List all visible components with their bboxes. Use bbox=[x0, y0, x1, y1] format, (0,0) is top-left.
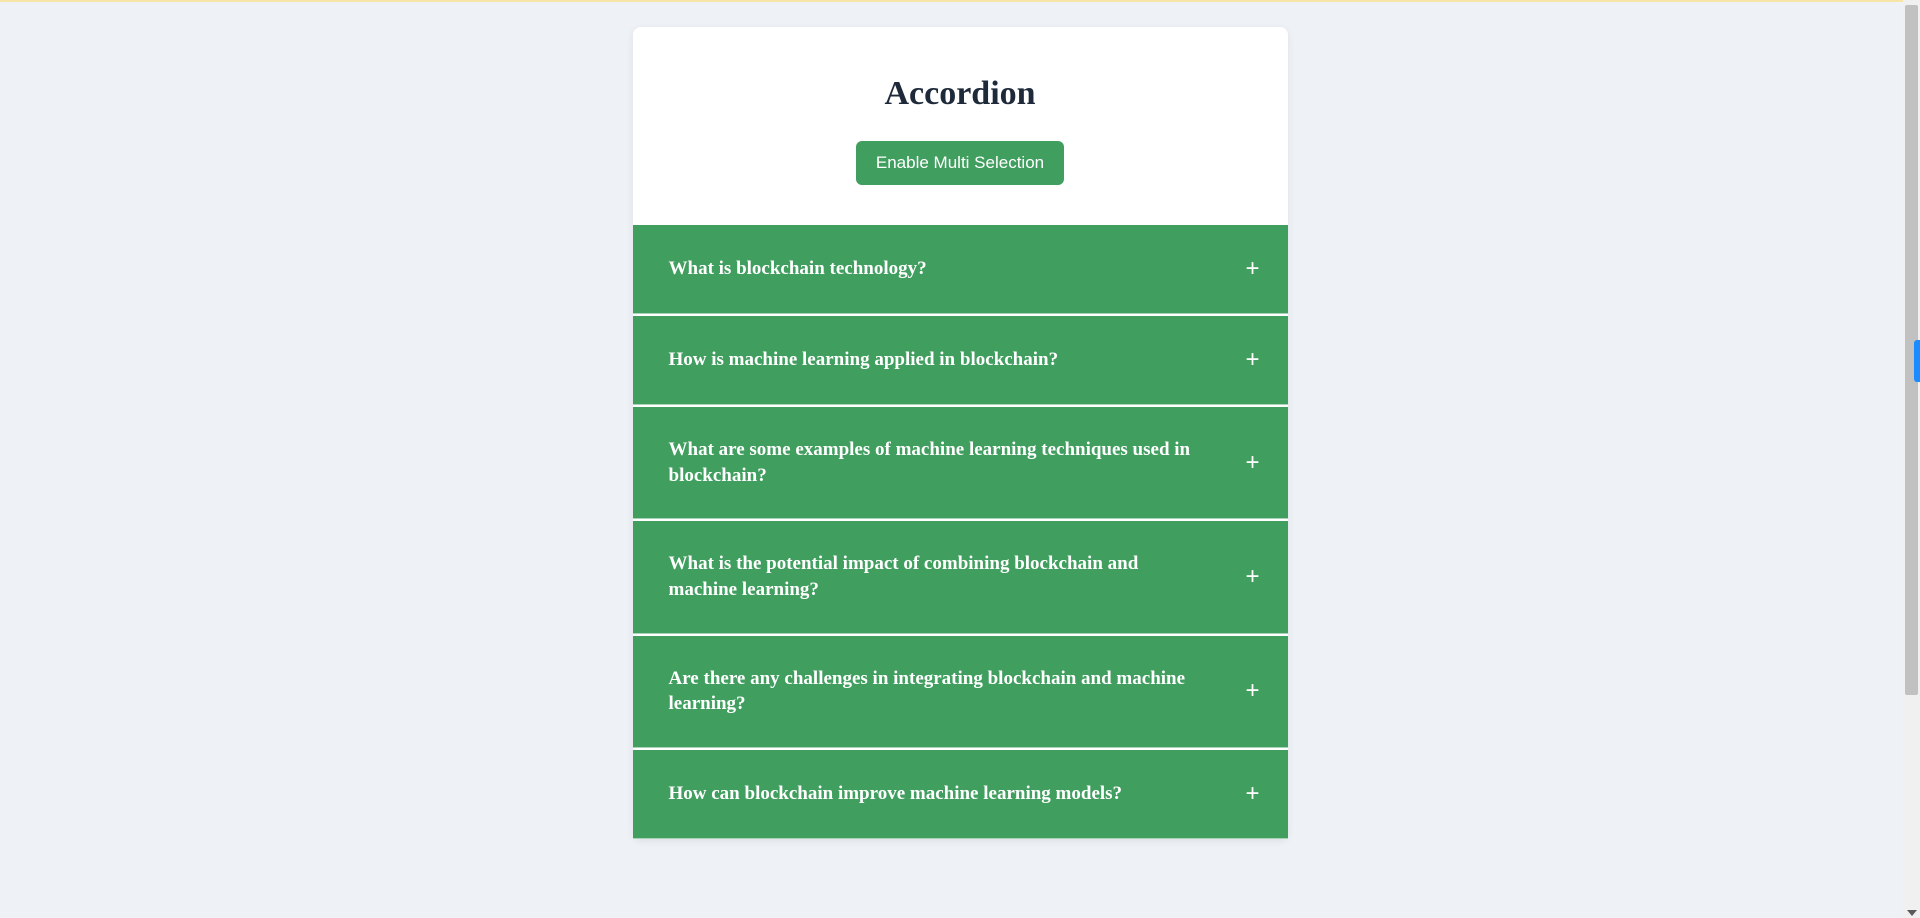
accordion-question: How can blockchain improve machine learn… bbox=[669, 781, 1123, 807]
accordion-item[interactable]: How can blockchain improve machine learn… bbox=[633, 750, 1288, 839]
accordion-card: Accordion Enable Multi Selection What is… bbox=[633, 27, 1288, 839]
page-title: Accordion bbox=[633, 75, 1288, 113]
accordion-list: What is blockchain technology? + How is … bbox=[633, 225, 1288, 839]
plus-icon: + bbox=[1245, 346, 1259, 374]
plus-icon: + bbox=[1245, 677, 1259, 705]
accordion-question: How is machine learning applied in block… bbox=[669, 347, 1059, 373]
side-indicator bbox=[1914, 340, 1920, 382]
enable-multi-selection-button[interactable]: Enable Multi Selection bbox=[856, 141, 1064, 185]
accordion-question: What is blockchain technology? bbox=[669, 256, 927, 282]
accordion-item[interactable]: Are there any challenges in integrating … bbox=[633, 636, 1288, 748]
accordion-question: What are some examples of machine learni… bbox=[669, 437, 1199, 488]
plus-icon: + bbox=[1245, 780, 1259, 808]
scrollbar-down-arrow-icon[interactable] bbox=[1907, 910, 1917, 916]
accordion-item[interactable]: What are some examples of machine learni… bbox=[633, 407, 1288, 519]
scrollbar-track[interactable] bbox=[1903, 0, 1920, 918]
plus-icon: + bbox=[1245, 449, 1259, 477]
accordion-item[interactable]: What is the potential impact of combinin… bbox=[633, 521, 1288, 633]
accordion-question: Are there any challenges in integrating … bbox=[669, 666, 1199, 717]
accordion-item[interactable]: What is blockchain technology? + bbox=[633, 225, 1288, 314]
plus-icon: + bbox=[1245, 563, 1259, 591]
accordion-item[interactable]: How is machine learning applied in block… bbox=[633, 316, 1288, 405]
plus-icon: + bbox=[1245, 255, 1259, 283]
accordion-question: What is the potential impact of combinin… bbox=[669, 551, 1199, 602]
